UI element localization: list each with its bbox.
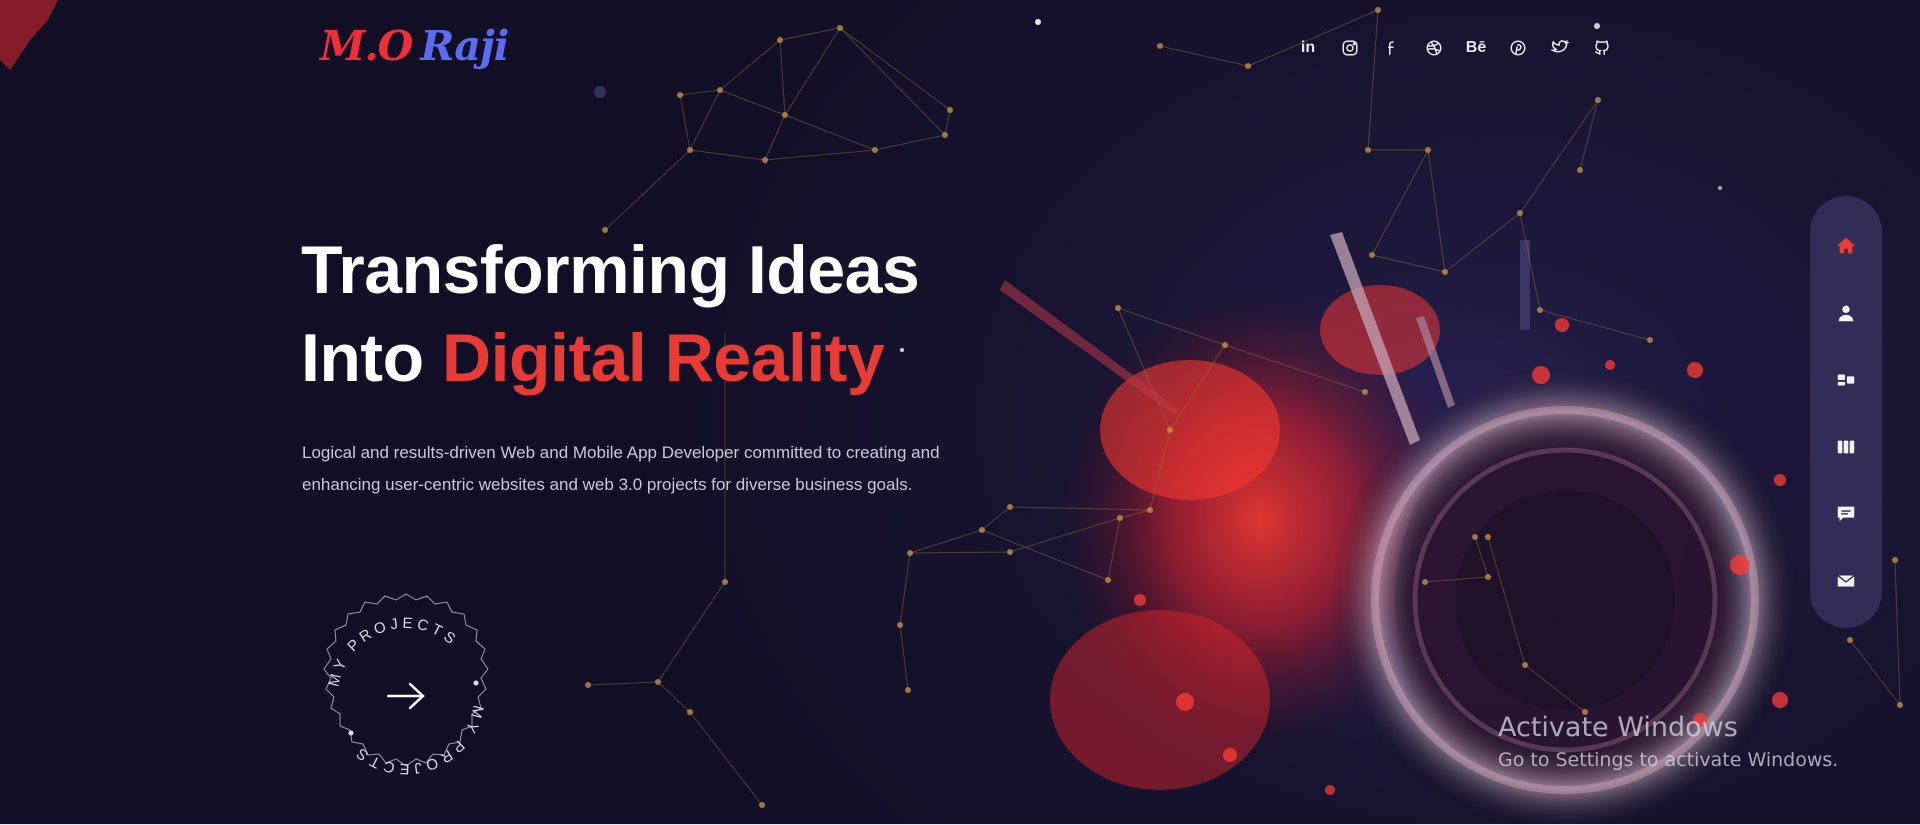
user-icon[interactable] [1826,293,1866,333]
hero-description: Logical and results-driven Web and Mobil… [302,437,982,501]
testimonials-icon[interactable] [1826,494,1866,534]
social-links: in Bē [1296,36,1614,60]
dribbble-icon[interactable] [1422,36,1446,60]
portfolio-icon[interactable] [1826,427,1866,467]
hero-heading-prefix: Into [301,320,443,396]
hero-heading-accent: Digital Reality [442,320,885,396]
watermark-title: Activate Windows [1498,712,1738,743]
arrow-right-icon [386,682,425,710]
home-icon[interactable] [1826,226,1866,266]
instagram-icon[interactable] [1338,36,1362,60]
github-icon[interactable] [1590,36,1614,60]
site-logo[interactable]: M.O Raji [320,20,509,72]
mail-icon[interactable] [1826,561,1866,601]
hero-heading-line2: Into Digital Reality [301,314,919,402]
linkedin-icon[interactable]: in [1296,36,1320,60]
badge-circle-text-repeat: MY PROJECTS [350,704,486,778]
hero-background: M.O Raji in Bē Transforming Ideas Into Di… [0,0,1920,825]
badge-circle-text: MY PROJECTS [325,615,461,689]
side-navigation-dock [1810,196,1882,628]
pinterest-icon[interactable] [1506,36,1530,60]
my-projects-button[interactable]: MY PROJECTS MY PROJECTS [300,570,512,782]
facebook-icon[interactable] [1380,36,1404,60]
hero-description-line2: enhancing user-centric websites and web … [302,475,913,494]
background-artwork [0,0,1903,825]
twitter-icon[interactable] [1548,36,1572,60]
windows-activation-watermark: Activate Windows Go to Settings to activ… [1498,710,1838,774]
logo-part-name: Raji [420,22,509,70]
hero-heading: Transforming Ideas Into Digital Reality [301,226,920,402]
watermark-subtitle: Go to Settings to activate Windows. [1498,749,1839,771]
services-icon[interactable] [1826,360,1866,400]
behance-icon[interactable]: Bē [1464,36,1488,60]
hero-description-line1: Logical and results-driven Web and Mobil… [302,443,940,462]
logo-part-initials: M.O [320,22,413,70]
hero-heading-line1: Transforming Ideas [301,232,920,308]
